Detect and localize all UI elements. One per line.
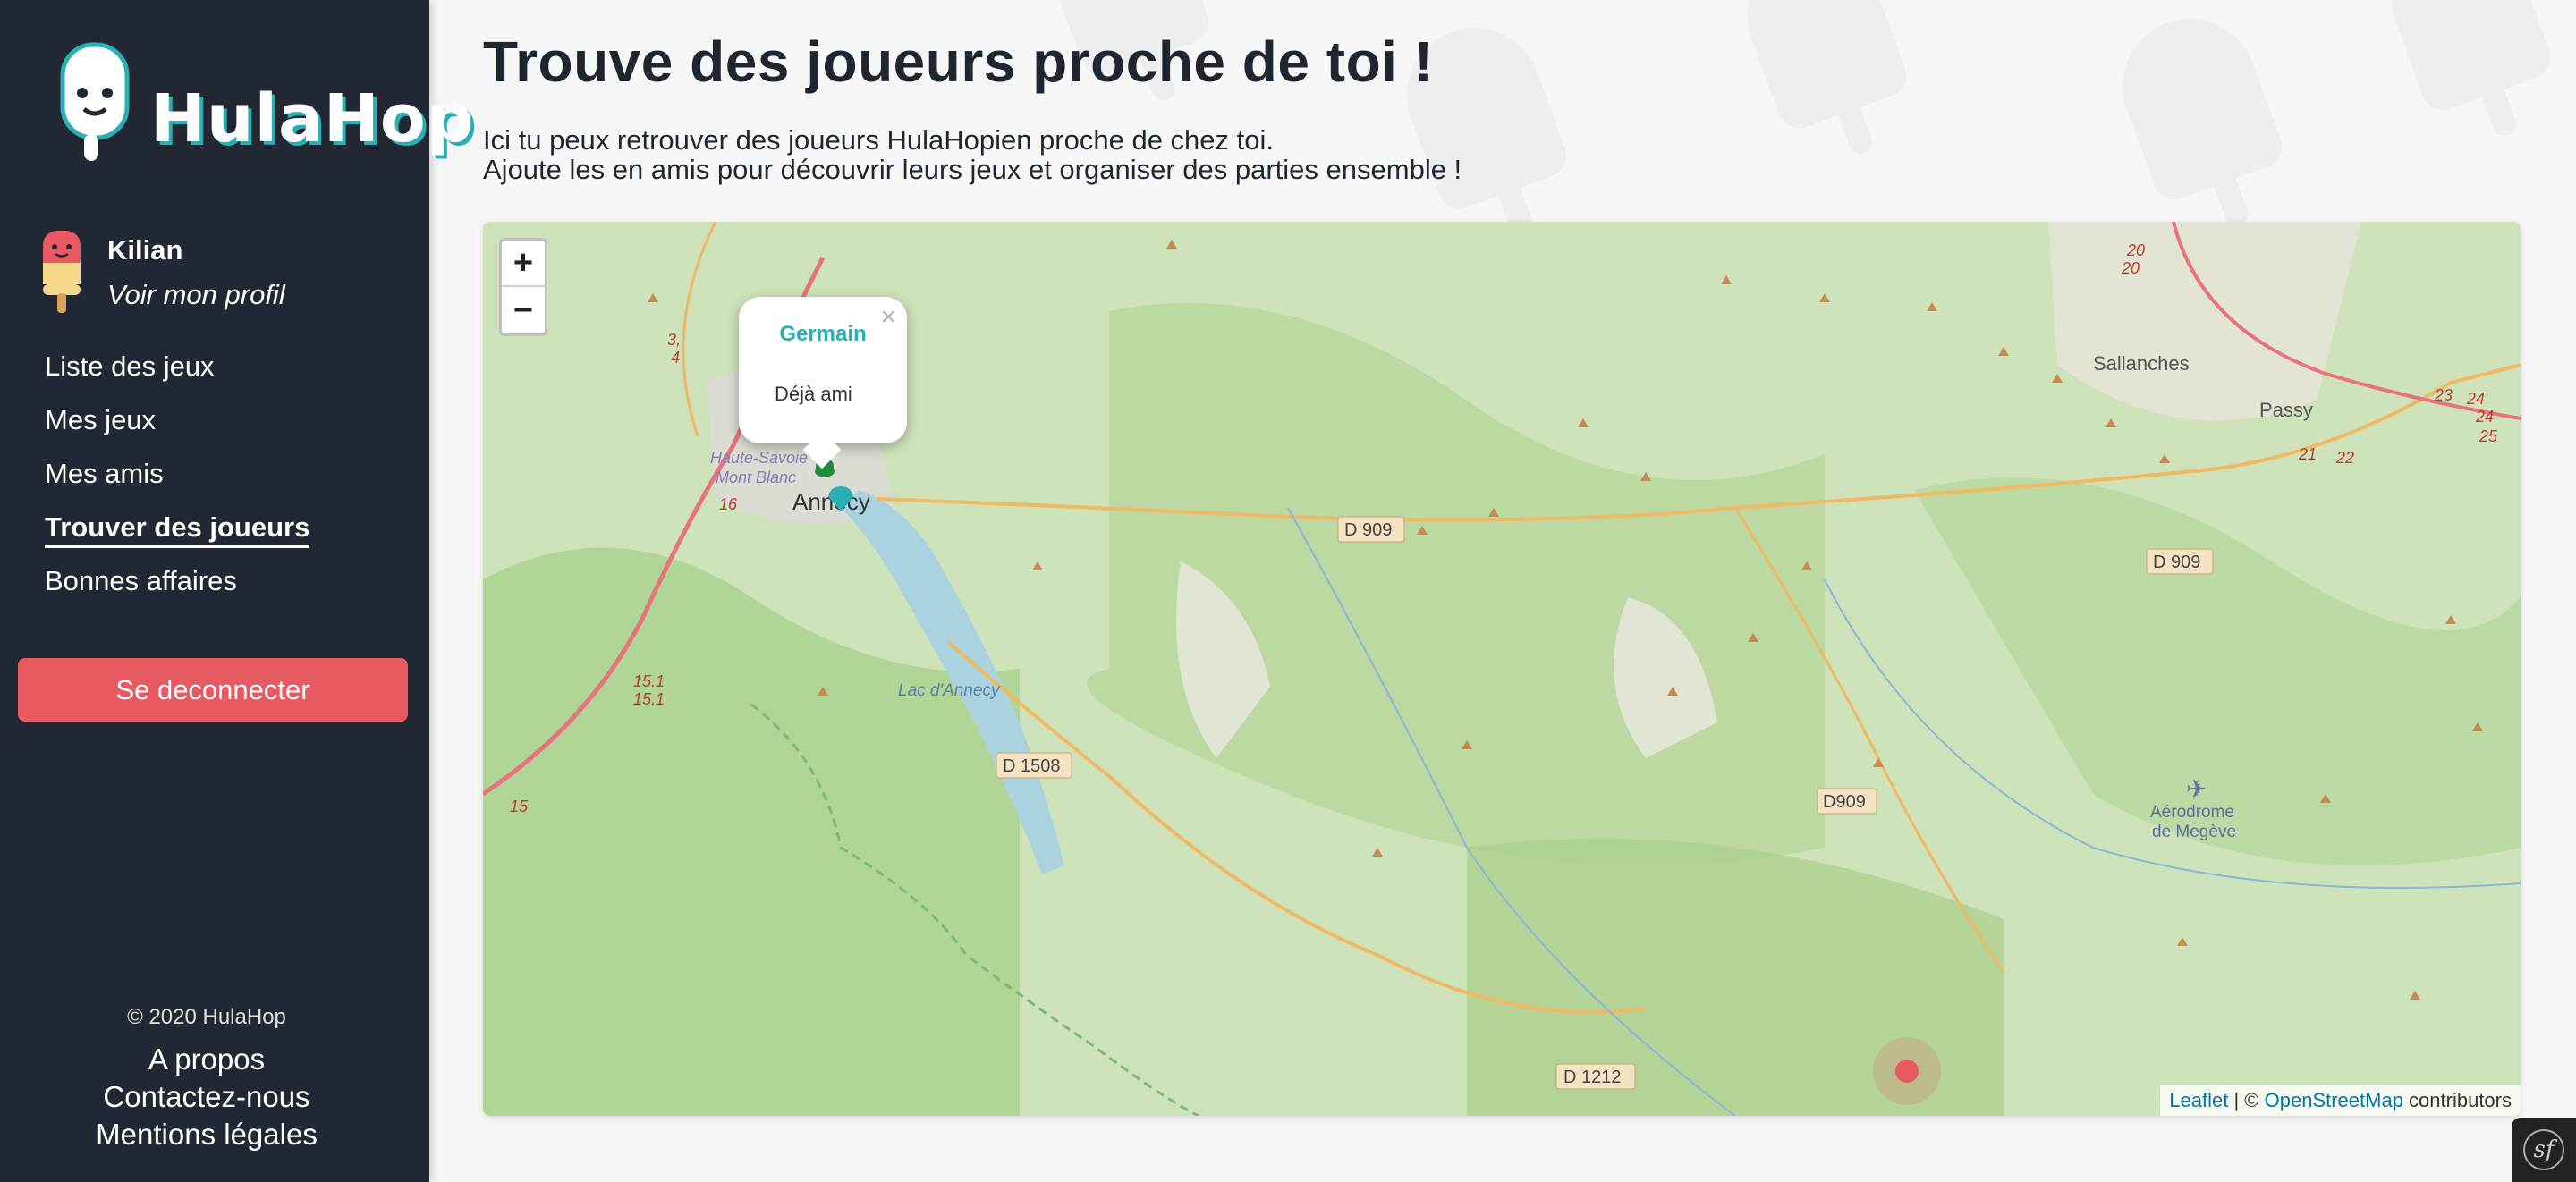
svg-text:23: 23 [2434, 386, 2453, 404]
aerodrome-label-1: Aérodrome [2150, 803, 2234, 822]
svg-text:15.1: 15.1 [633, 672, 665, 690]
city-label-passy: Passy [2259, 399, 2313, 421]
road-label-d909: D 909 [1344, 520, 1392, 540]
svg-text:24: 24 [2475, 408, 2494, 426]
osm-link[interactable]: OpenStreetMap [2265, 1089, 2403, 1112]
attribution-separator: | © [2228, 1089, 2265, 1111]
sidebar: HulaHop Kilian Voir mon profil Liste des… [0, 0, 474, 1182]
svg-text:16: 16 [719, 495, 738, 513]
road-label-d909-2: D 909 [2153, 553, 2200, 572]
svg-text:25: 25 [2479, 427, 2498, 445]
zoom-control: + − [499, 238, 547, 336]
svg-text:4: 4 [671, 349, 680, 367]
svg-text:22: 22 [2335, 449, 2354, 467]
aerodrome-label-2: de Megève [2152, 823, 2236, 841]
popsicle-logo-icon [60, 42, 130, 161]
player-popup: × Germain Déjà ami [739, 297, 907, 443]
attribution-suffix: contributors [2402, 1089, 2512, 1111]
nav-item-find-players[interactable]: Trouver des joueurs [45, 508, 310, 561]
nav-item-games-list[interactable]: Liste des jeux [45, 347, 309, 401]
road-label-d1212: D 1212 [1563, 1068, 1622, 1087]
page-description: Ici tu peux retrouver des joueurs HulaHo… [483, 125, 1462, 184]
nav-item-my-friends[interactable]: Mes amis [45, 454, 309, 508]
symfony-toolbar-toggle[interactable]: sf [2512, 1118, 2576, 1182]
symfony-icon: sf [2523, 1129, 2564, 1170]
player-marker[interactable] [1873, 1037, 1941, 1105]
footer-link-about[interactable]: A propos [0, 1041, 413, 1078]
description-line-2: Ajoute les en amis pour découvrir leurs … [483, 154, 1462, 185]
svg-text:24: 24 [2466, 390, 2485, 408]
page-title: Trouve des joueurs proche de toi ! [483, 30, 1434, 94]
main-nav: Liste des jeux Mes jeux Mes amis Trouver… [45, 347, 310, 615]
road-label-d1508: D 1508 [1003, 756, 1061, 776]
players-map[interactable]: D 909 D 909 D 1508 D909 D 1212 3, 4 16 1… [483, 222, 2521, 1116]
popup-player-name[interactable]: Germain [739, 322, 907, 347]
region-label-haute-savoie: Haute-Savoie [710, 449, 808, 467]
airport-icon: ✈ [2186, 775, 2207, 803]
sidebar-footer: © 2020 HulaHop A propos Contactez-nous M… [0, 1005, 413, 1153]
city-label-sallanches: Sallanches [2093, 352, 2190, 375]
svg-text:20: 20 [2126, 241, 2145, 259]
user-block: Kilian Voir mon profil [39, 229, 415, 318]
map-attribution: Leaflet | © OpenStreetMap contributors [2160, 1085, 2521, 1116]
profile-link[interactable]: Voir mon profil [107, 279, 285, 311]
footer-link-legal[interactable]: Mentions légales [0, 1116, 413, 1153]
svg-text:3,: 3, [667, 331, 681, 349]
nav-item-deals[interactable]: Bonnes affaires [45, 561, 309, 615]
nav-item-my-games[interactable]: Mes jeux [45, 401, 309, 454]
logout-button[interactable]: Se deconnecter [18, 658, 408, 722]
svg-text:20: 20 [2121, 259, 2140, 277]
road-label-d909-3: D909 [1823, 792, 1866, 812]
copyright: © 2020 HulaHop [127, 1005, 286, 1029]
svg-text:21: 21 [2298, 445, 2317, 463]
hulahop-logo[interactable]: HulaHop [57, 38, 474, 172]
zoom-in-button[interactable]: + [502, 241, 545, 287]
lake-label: Lac d'Annecy [898, 681, 1001, 700]
avatar [43, 231, 80, 313]
user-name: Kilian [107, 234, 183, 266]
description-line-1: Ici tu peux retrouver des joueurs HulaHo… [483, 124, 1274, 156]
popup-friend-status: Déjà ami [775, 383, 852, 405]
zoom-out-button[interactable]: − [502, 287, 545, 333]
region-label-mont-blanc: Mont Blanc [716, 469, 796, 486]
footer-link-contact[interactable]: Contactez-nous [0, 1078, 413, 1116]
logo-text: HulaHop [150, 80, 475, 157]
svg-text:15: 15 [510, 798, 529, 815]
leaflet-link[interactable]: Leaflet [2169, 1089, 2228, 1112]
svg-text:15.1: 15.1 [633, 690, 665, 708]
